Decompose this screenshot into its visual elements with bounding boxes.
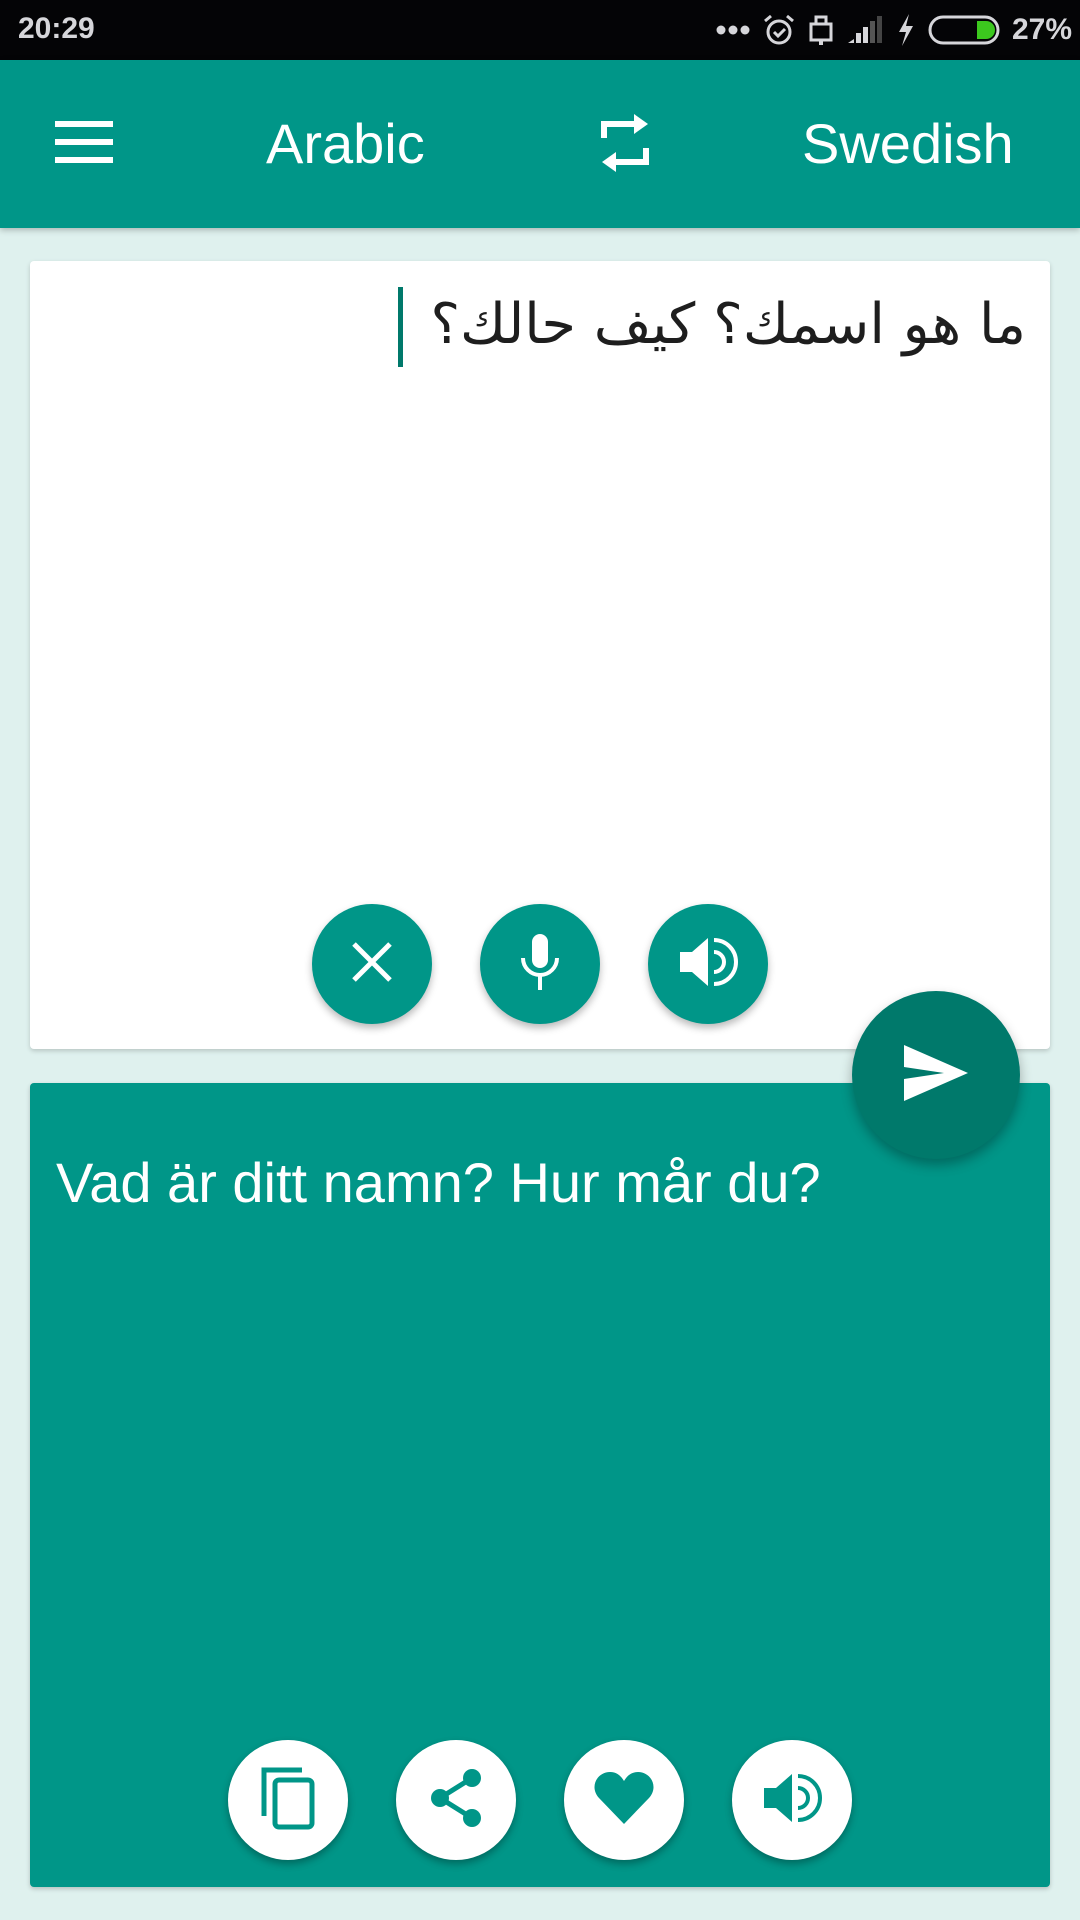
- battery-percent: 27%: [1011, 13, 1072, 46]
- translation-text: Vad är ditt namn? Hur mår du?: [56, 1151, 821, 1214]
- copy-icon: [260, 1766, 316, 1835]
- more-dots-icon: [716, 24, 750, 36]
- send-icon: [904, 1044, 968, 1106]
- source-text-card: ما هو اسمك؟ كيف حالك؟: [30, 261, 1050, 1049]
- target-language-selector[interactable]: Swedish: [802, 60, 1014, 228]
- battery-icon: [928, 14, 1000, 46]
- favorite-button[interactable]: [564, 1740, 684, 1860]
- share-icon: [428, 1768, 484, 1833]
- translate-send-button[interactable]: [852, 991, 1020, 1159]
- signal-icon: [846, 15, 884, 45]
- speaker-icon: [762, 1770, 822, 1831]
- microphone-icon: [518, 932, 562, 997]
- source-language-selector[interactable]: Arabic: [266, 60, 425, 228]
- source-text-input[interactable]: ما هو اسمك؟ كيف حالك؟: [66, 285, 1026, 365]
- alarm-icon: [762, 13, 796, 47]
- hamburger-menu-icon: [55, 120, 113, 168]
- status-bar: 20:29 27%: [0, 0, 1080, 60]
- copy-button[interactable]: [228, 1740, 348, 1860]
- menu-button[interactable]: [40, 104, 128, 184]
- translator-app: 20:29 27% Arabic Swedish ما هو اسمك؟ كيف…: [0, 0, 1080, 1920]
- voice-input-button[interactable]: [480, 904, 600, 1024]
- status-icons: 27%: [716, 0, 1072, 60]
- speak-source-button[interactable]: [648, 904, 768, 1024]
- status-time: 20:29: [18, 12, 95, 45]
- share-button[interactable]: [396, 1740, 516, 1860]
- translation-card: Vad är ditt namn? Hur mår du?: [30, 1083, 1050, 1887]
- speak-translation-button[interactable]: [732, 1740, 852, 1860]
- clear-button[interactable]: [312, 904, 432, 1024]
- speaker-icon: [678, 934, 738, 995]
- heart-icon: [593, 1770, 655, 1831]
- usb-debug-icon: [808, 13, 834, 47]
- charging-bolt-icon: [896, 13, 916, 47]
- swap-languages-button[interactable]: [584, 104, 666, 186]
- swap-languages-icon: [596, 112, 654, 179]
- close-icon: [350, 940, 394, 989]
- app-toolbar: Arabic Swedish: [0, 60, 1080, 228]
- text-cursor: [398, 287, 403, 367]
